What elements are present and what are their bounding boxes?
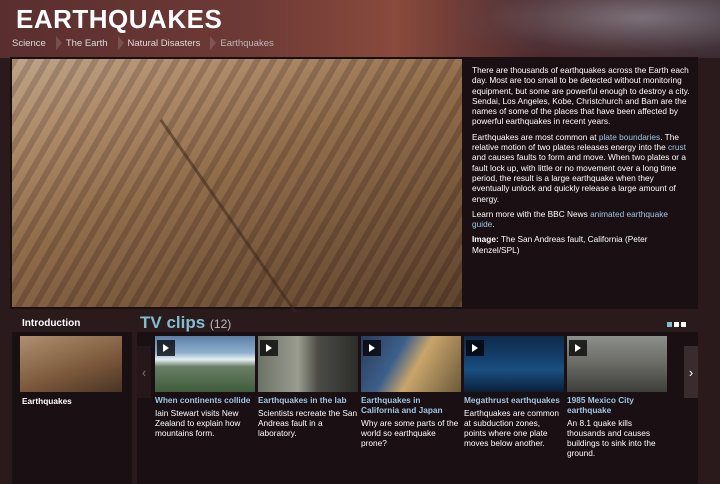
tv-clips-title: TV clips: [140, 313, 206, 332]
intro-heading: Introduction: [22, 318, 81, 329]
image-credit-text: The San Andreas fault, California (Peter…: [472, 234, 648, 255]
clip-title[interactable]: Earthquakes in California and Japan: [361, 395, 461, 415]
carousel-next-button[interactable]: ›: [684, 346, 698, 398]
clip-description: Why are some parts of the world so earth…: [361, 418, 459, 448]
feature-paragraph-2: Earthquakes are most common at plate bou…: [472, 132, 690, 204]
play-icon[interactable]: [466, 340, 484, 356]
clip-title[interactable]: Earthquakes in the lab: [258, 395, 358, 405]
play-icon[interactable]: [363, 340, 381, 356]
feature-paragraph-1: There are thousands of earthquakes acros…: [472, 65, 690, 127]
clip-description: Earthquakes are common at subduction zon…: [464, 408, 560, 448]
plate-boundaries-link[interactable]: plate boundaries: [599, 132, 660, 142]
feature-paragraph-3: Learn more with the BBC News animated ea…: [472, 209, 690, 230]
page-title: EARTHQUAKES: [16, 4, 223, 34]
image-credit-label: Image:: [472, 234, 499, 245]
carousel-prev-button[interactable]: ‹: [137, 346, 151, 398]
text-run: Learn more with the BBC News: [472, 208, 591, 219]
text-run: and causes faults to form and move. When…: [472, 152, 686, 204]
clip-title[interactable]: 1985 Mexico City earthquake: [567, 395, 667, 415]
breadcrumb-earthquakes: Earthquakes: [220, 38, 274, 49]
clip-card[interactable]: Megathrust earthquakes Earthquakes are c…: [464, 336, 564, 448]
image-credit: Image: The San Andreas fault, California…: [472, 234, 690, 255]
clip-description: Scientists recreate the San Andreas faul…: [258, 408, 358, 438]
play-icon[interactable]: [569, 340, 587, 356]
intro-thumbnail[interactable]: [20, 336, 122, 392]
clips-section: Introduction Earthquakes TV clips (12) ‹…: [10, 312, 698, 484]
tv-clips-heading: TV clips (12): [140, 313, 231, 333]
text-run: .: [492, 219, 495, 230]
clip-title[interactable]: Megathrust earthquakes: [464, 395, 564, 405]
tv-clips-carousel: ‹ When continents collide Iain Stewart v…: [137, 332, 698, 484]
breadcrumb-the-earth[interactable]: The Earth: [66, 36, 124, 50]
clip-card[interactable]: Earthquakes in California and Japan Why …: [361, 336, 461, 448]
clip-description: An 8.1 quake kills thousands and causes …: [567, 418, 656, 458]
breadcrumb: Science The Earth Natural Disasters Eart…: [12, 36, 294, 50]
clip-thumbnail[interactable]: [361, 336, 461, 392]
breadcrumb-natural-disasters[interactable]: Natural Disasters: [128, 36, 217, 50]
san-andreas-fault-photo: [12, 59, 462, 383]
intro-caption[interactable]: Earthquakes: [22, 396, 72, 406]
pager-dot[interactable]: [674, 322, 679, 327]
play-icon[interactable]: [157, 340, 175, 356]
clip-thumbnail[interactable]: [155, 336, 255, 392]
feature-text: There are thousands of earthquakes acros…: [472, 65, 690, 260]
clip-thumbnail[interactable]: [464, 336, 564, 392]
clip-title[interactable]: When continents collide: [155, 395, 255, 405]
clip-card[interactable]: 1985 Mexico City earthquake An 8.1 quake…: [567, 336, 667, 458]
crust-link[interactable]: crust: [668, 142, 686, 152]
clip-description: Iain Stewart visits New Zealand to expla…: [155, 408, 241, 438]
feature-panel: There are thousands of earthquakes acros…: [10, 57, 698, 383]
breadcrumb-science[interactable]: Science: [12, 36, 62, 50]
play-icon[interactable]: [260, 340, 278, 356]
pager-dot[interactable]: [681, 322, 686, 327]
clip-card[interactable]: When continents collide Iain Stewart vis…: [155, 336, 255, 438]
text-run: Earthquakes are most common at: [472, 131, 599, 142]
clip-thumbnail[interactable]: [567, 336, 667, 392]
tv-clips-count: (12): [209, 317, 232, 331]
carousel-pager: [667, 322, 686, 327]
clip-card[interactable]: Earthquakes in the lab Scientists recrea…: [258, 336, 358, 438]
clip-thumbnail[interactable]: [258, 336, 358, 392]
pager-dot[interactable]: [667, 322, 672, 327]
